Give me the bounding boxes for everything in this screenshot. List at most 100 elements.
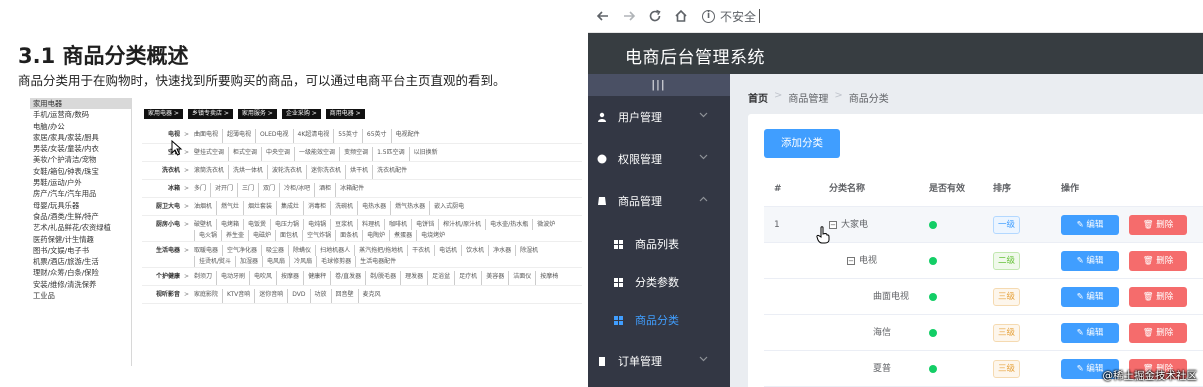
- category-list-item[interactable]: 母婴/玩具乐器: [30, 200, 131, 211]
- menu-item-permission-management[interactable]: 权限管理: [588, 138, 730, 180]
- category-link[interactable]: 理发器: [400, 271, 427, 285]
- category-link[interactable]: 三门: [237, 183, 258, 197]
- category-link[interactable]: 消毒柜: [303, 201, 330, 215]
- category-link[interactable]: 电饼铛: [411, 219, 438, 230]
- category-link[interactable]: 加湿器: [235, 256, 262, 267]
- edit-button[interactable]: ✎ 编辑: [1061, 286, 1119, 307]
- category-link[interactable]: 除湿机: [515, 245, 542, 256]
- category-link[interactable]: 美容器: [481, 271, 508, 285]
- category-link[interactable]: 取暖电器: [194, 245, 222, 256]
- category-link[interactable]: 电烤箱: [216, 219, 243, 230]
- category-link[interactable]: 55英寸: [333, 129, 362, 143]
- category-list-item[interactable]: 医药保健/计生情趣: [30, 234, 131, 245]
- category-link[interactable]: 集成灶: [276, 201, 303, 215]
- category-list-item[interactable]: 图书/文娱/电子书: [30, 245, 131, 256]
- category-link[interactable]: 1.5匹空调: [372, 147, 409, 161]
- category-link[interactable]: 洗碗机: [330, 201, 357, 215]
- category-link[interactable]: 料理机: [357, 219, 384, 230]
- category-list-item[interactable]: 男鞋/运动/户外: [30, 177, 131, 188]
- category-link[interactable]: 干衣机: [407, 245, 434, 256]
- category-link[interactable]: 电磁炉: [248, 230, 275, 241]
- edit-button[interactable]: ✎ 编辑: [1061, 322, 1119, 343]
- category-link[interactable]: 电炖锅: [303, 219, 330, 230]
- submenu-item-goods-list[interactable]: 商品列表: [588, 224, 730, 264]
- category-link[interactable]: 生活电器配件: [355, 256, 400, 267]
- category-link[interactable]: 剃须刀: [194, 271, 216, 285]
- delete-button[interactable]: 🗑 删除: [1129, 214, 1187, 235]
- category-list-item[interactable]: 男装/女装/童装/内衣: [30, 143, 131, 154]
- category-link[interactable]: 蒸汽拖把/拖地机: [354, 245, 407, 256]
- edit-button[interactable]: ✎ 编辑: [1061, 250, 1119, 271]
- category-tab[interactable]: 商用电器 >: [325, 109, 365, 119]
- category-link[interactable]: 多门: [194, 183, 210, 197]
- address-input[interactable]: [759, 9, 761, 23]
- category-list-item[interactable]: 食品/酒类/生鲜/特产: [30, 211, 131, 222]
- category-link[interactable]: 饮水机: [461, 245, 488, 256]
- home-icon[interactable]: [670, 5, 692, 27]
- category-link[interactable]: 足浴盆: [427, 271, 454, 285]
- category-link[interactable]: 对开门: [210, 183, 237, 197]
- category-link[interactable]: 按摩椅: [535, 271, 562, 285]
- category-list-item[interactable]: 家用电器: [30, 98, 131, 110]
- sidebar-collapse-toggle[interactable]: |||: [588, 74, 730, 96]
- category-link[interactable]: 嵌入式厨电: [429, 201, 468, 215]
- category-tab[interactable]: 家用服务 >: [237, 109, 277, 119]
- menu-item-user-management[interactable]: 用户管理: [588, 96, 730, 138]
- category-link[interactable]: 洁面仪: [508, 271, 535, 285]
- category-list-item[interactable]: 美妆/个护清洁/宠物: [30, 154, 131, 165]
- category-link[interactable]: 除螨仪: [288, 245, 315, 256]
- category-link[interactable]: 冷风扇: [289, 256, 316, 267]
- category-link[interactable]: 曲面电视: [194, 129, 222, 143]
- submenu-item-category-params[interactable]: 分类参数: [588, 262, 730, 302]
- category-link[interactable]: 油烟机: [194, 201, 216, 215]
- menu-item-order-management[interactable]: 订单管理: [588, 340, 730, 382]
- category-link[interactable]: 冰箱配件: [335, 183, 368, 197]
- category-link[interactable]: 超薄电视: [222, 129, 255, 143]
- category-link[interactable]: DVD: [287, 289, 309, 303]
- category-link[interactable]: 健康秤: [303, 271, 330, 285]
- category-link[interactable]: 电烧烤炉: [416, 230, 449, 241]
- category-link[interactable]: 家庭影院: [194, 289, 222, 303]
- category-link[interactable]: 电风扇: [262, 256, 289, 267]
- category-link[interactable]: 电水壶/热水瓶: [485, 219, 532, 230]
- category-link[interactable]: 迷你洗衣机: [306, 165, 345, 179]
- category-link[interactable]: 洗衣机配件: [372, 165, 411, 179]
- category-link[interactable]: 毛球修剪器: [316, 256, 355, 267]
- category-link[interactable]: 以旧换新: [408, 147, 442, 161]
- category-link[interactable]: 电视配件: [390, 129, 424, 143]
- category-link[interactable]: 空气炸锅: [302, 230, 335, 241]
- category-list-item[interactable]: 工业品: [30, 290, 131, 301]
- category-row-label[interactable]: 视听影音: [142, 289, 184, 303]
- category-link[interactable]: 柜式空调: [228, 147, 261, 161]
- category-link[interactable]: 65英寸: [361, 129, 391, 143]
- category-link[interactable]: 一级能效空调: [294, 147, 339, 161]
- category-link[interactable]: 电压力锅: [270, 219, 303, 230]
- category-link[interactable]: 烘干机: [345, 165, 372, 179]
- category-link[interactable]: 咖啡机: [384, 219, 411, 230]
- category-link[interactable]: 冷柜/冰吧: [279, 183, 314, 197]
- category-link[interactable]: 中央空调: [261, 147, 294, 161]
- category-row-label[interactable]: 洗衣机: [142, 165, 184, 179]
- category-link[interactable]: 养生壶: [221, 230, 248, 241]
- category-link[interactable]: 电吹风: [249, 271, 276, 285]
- category-list-item[interactable]: 艺术/礼品鲜花/农资绿植: [30, 222, 131, 233]
- category-row-label[interactable]: 厨卫大电: [142, 201, 184, 215]
- collapse-toggle-icon[interactable]: −: [847, 256, 855, 265]
- submenu-item-goods-categories[interactable]: 商品分类: [588, 300, 730, 340]
- category-row-label[interactable]: 个护健康: [142, 271, 184, 285]
- category-row-label[interactable]: 厨房小电: [142, 219, 184, 241]
- category-link[interactable]: 剃/脱毛器: [365, 271, 400, 285]
- category-link[interactable]: 电话机: [434, 245, 461, 256]
- category-link[interactable]: 酒柜: [314, 183, 335, 197]
- category-link[interactable]: 按摩器: [276, 271, 303, 285]
- category-link[interactable]: 迷你音响: [254, 289, 287, 303]
- category-link[interactable]: 卷/直发器: [330, 271, 365, 285]
- category-list-item[interactable]: 理财/众筹/白条/保险: [30, 267, 131, 278]
- category-link[interactable]: 净水器: [488, 245, 515, 256]
- category-tab[interactable]: 家用电器 >: [144, 109, 183, 119]
- category-link[interactable]: 电火锅: [194, 230, 221, 241]
- category-link[interactable]: 面包机: [275, 230, 302, 241]
- category-link[interactable]: 壁挂式空调: [194, 147, 228, 161]
- category-link[interactable]: 电陶炉: [362, 230, 389, 241]
- category-link[interactable]: 豆浆机: [330, 219, 357, 230]
